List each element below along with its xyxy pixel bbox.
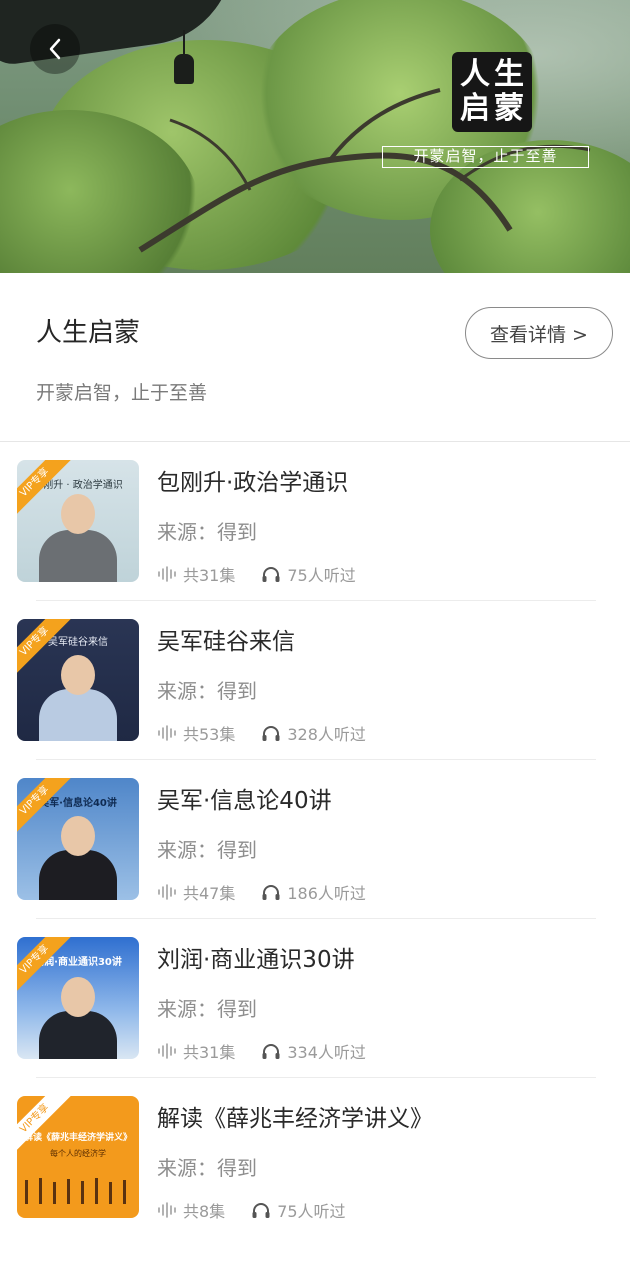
headphones-icon	[262, 726, 280, 741]
headphones-icon	[252, 1203, 270, 1218]
logo-char: 人	[460, 57, 490, 92]
back-button[interactable]	[30, 24, 80, 74]
audio-wave-icon	[158, 1202, 176, 1218]
course-title: 刘润·商业通识30讲	[157, 947, 355, 973]
course-item[interactable]: 吴军·信息论40讲 VIP专享 吴军·信息论40讲 来源：得到 共47集 186…	[0, 760, 630, 919]
logo-char: 生	[494, 57, 524, 92]
wind-chime-string	[183, 30, 185, 56]
column-logo: 人 生 启 蒙	[452, 52, 532, 132]
course-item[interactable]: 包刚升 · 政治学通识 VIP专享 包刚升·政治学通识 来源：得到 共31集 7…	[0, 442, 630, 601]
listener-count: 334人听过	[287, 1043, 366, 1062]
episode-count: 共31集	[183, 1043, 236, 1062]
logo-char: 蒙	[494, 91, 524, 126]
thumbnail-caption: 解读《薛兆丰经济学讲义》	[23, 1133, 132, 1143]
chevron-left-icon	[49, 38, 61, 60]
course-meta: 共47集 186人听过	[157, 880, 366, 904]
speaker-photo	[39, 1011, 117, 1059]
vip-badge: VIP专享	[17, 1096, 72, 1156]
course-thumbnail: 吴军硅谷来信 VIP专享	[17, 619, 139, 741]
speaker-head	[61, 494, 95, 534]
page-title: 人生启蒙	[36, 318, 141, 348]
speaker-photo	[39, 530, 117, 582]
course-item[interactable]: 解读《薛兆丰经济学讲义》 每个人的经济学 VIP专享 解读《薛兆丰经济学讲义》 …	[0, 1078, 630, 1237]
audio-wave-icon	[158, 1043, 176, 1059]
view-details-button[interactable]: 查看详情 >	[465, 307, 613, 359]
wind-chime-icon	[174, 54, 194, 84]
course-meta: 共31集 334人听过	[157, 1039, 366, 1063]
course-thumbnail: 吴军·信息论40讲 VIP专享	[17, 778, 139, 900]
speaker-head	[61, 977, 95, 1017]
thumbnail-subcaption: 每个人的经济学	[50, 1149, 106, 1158]
course-meta: 共8集 75人听过	[157, 1198, 346, 1222]
audio-wave-icon	[158, 884, 176, 900]
course-title: 包刚升·政治学通识	[157, 470, 349, 496]
listener-count: 328人听过	[287, 725, 366, 744]
headphones-icon	[262, 1044, 280, 1059]
episode-count: 共47集	[183, 884, 236, 903]
course-item[interactable]: 吴军硅谷来信 VIP专享 吴军硅谷来信 来源：得到 共53集 328人听过	[0, 601, 630, 760]
banner-slogan: 开蒙启智，止于至善	[382, 146, 589, 168]
headphones-icon	[262, 567, 280, 582]
course-source: 来源：得到	[157, 520, 257, 544]
silhouettes-illustration	[25, 1178, 126, 1204]
speaker-head	[61, 816, 95, 856]
episode-count: 共31集	[183, 566, 236, 585]
course-item[interactable]: 刘润·商业通识30讲 VIP专享 刘润·商业通识30讲 来源：得到 共31集 3…	[0, 919, 630, 1078]
course-thumbnail: 刘润·商业通识30讲 VIP专享	[17, 937, 139, 1059]
listener-count: 75人听过	[287, 566, 356, 585]
course-meta: 共31集 75人听过	[157, 562, 356, 586]
page-subtitle: 开蒙启智，止于至善	[36, 382, 208, 404]
episode-count: 共8集	[183, 1202, 226, 1221]
audio-wave-icon	[158, 566, 176, 582]
course-title: 解读《薛兆丰经济学讲义》	[157, 1106, 433, 1132]
course-title: 吴军硅谷来信	[157, 629, 295, 655]
listener-count: 75人听过	[277, 1202, 346, 1221]
listener-count: 186人听过	[287, 884, 366, 903]
course-title: 吴军·信息论40讲	[157, 788, 332, 814]
course-source: 来源：得到	[157, 997, 257, 1021]
headphones-icon	[262, 885, 280, 900]
episode-count: 共53集	[183, 725, 236, 744]
course-source: 来源：得到	[157, 1156, 257, 1180]
speaker-photo	[39, 850, 117, 900]
speaker-photo	[39, 689, 117, 741]
course-source: 来源：得到	[157, 679, 257, 703]
speaker-head	[61, 655, 95, 695]
hero-banner: 人 生 启 蒙 开蒙启智，止于至善	[0, 0, 630, 273]
logo-char: 启	[460, 91, 490, 126]
course-thumbnail: 解读《薛兆丰经济学讲义》 每个人的经济学 VIP专享	[17, 1096, 139, 1218]
course-source: 来源：得到	[157, 838, 257, 862]
audio-wave-icon	[158, 725, 176, 741]
course-meta: 共53集 328人听过	[157, 721, 366, 745]
course-thumbnail: 包刚升 · 政治学通识 VIP专享	[17, 460, 139, 582]
